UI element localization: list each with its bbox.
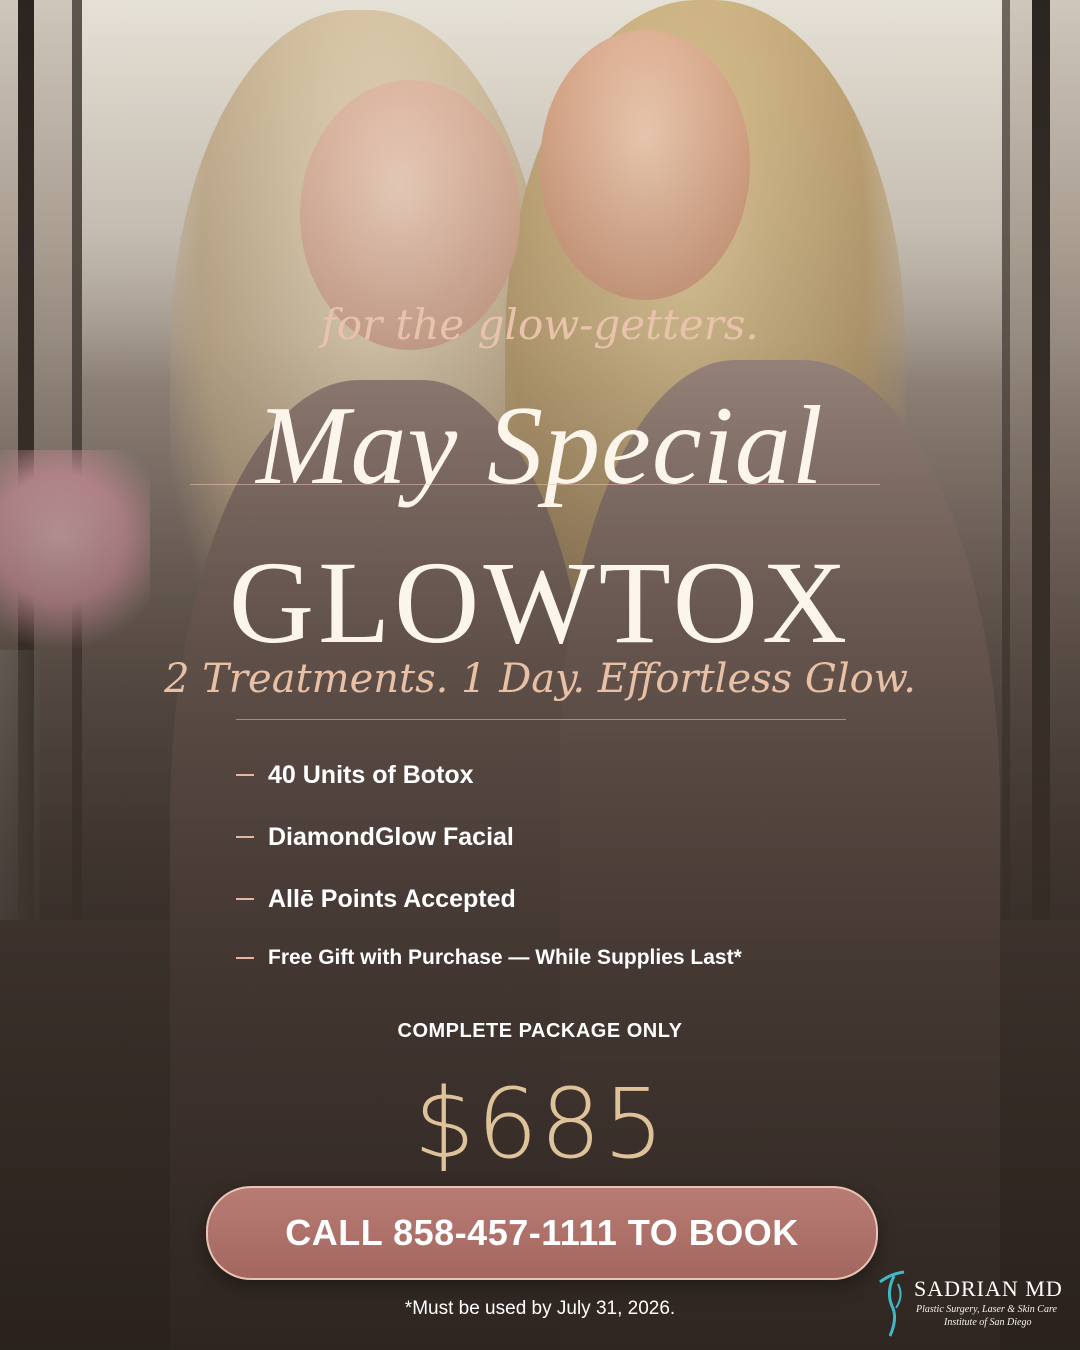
feature-item: 40 Units of Botox — [236, 744, 742, 806]
dash-icon — [236, 774, 254, 776]
feature-label: Allē Points Accepted — [268, 884, 516, 913]
logo-tagline: Institute of San Diego — [944, 1317, 1032, 1328]
dash-icon — [236, 956, 254, 959]
subtitle: 2 Treatments. 1 Day. Effortless Glow. — [164, 656, 916, 702]
divider — [190, 484, 880, 485]
call-to-book-button[interactable]: CALL 858-457-1111 TO BOOK — [206, 1186, 878, 1280]
product-name: GLOWTOX — [228, 537, 852, 668]
divider — [236, 719, 846, 720]
body-silhouette-icon — [879, 1270, 905, 1337]
feature-list: 40 Units of Botox DiamondGlow Facial All… — [236, 744, 742, 985]
logo-tagline: Plastic Surgery, Laser & Skin Care — [916, 1304, 1057, 1315]
feature-label: 40 Units of Botox — [268, 760, 474, 789]
feature-label: Free Gift with Purchase — While Supplies… — [268, 945, 742, 969]
dash-icon — [236, 836, 254, 838]
tagline: for the glow-getters. — [321, 300, 759, 349]
logo-name: SADRIAN MD — [914, 1276, 1063, 1301]
package-label: COMPLETE PACKAGE ONLY — [397, 1020, 683, 1042]
feature-label: DiamondGlow Facial — [268, 822, 514, 851]
feature-item: DiamondGlow Facial — [236, 806, 742, 868]
feature-item: Allē Points Accepted — [236, 868, 742, 930]
dash-icon — [236, 898, 254, 900]
price: $685 — [413, 1068, 667, 1180]
brand-logo: SADRIAN MD Plastic Surgery, Laser & Skin… — [874, 1262, 1074, 1342]
promo-canvas: for the glow-getters. May Special GLOWTO… — [0, 0, 1080, 1350]
feature-item: Free Gift with Purchase — While Supplies… — [236, 930, 742, 985]
headline: May Special — [256, 384, 824, 508]
